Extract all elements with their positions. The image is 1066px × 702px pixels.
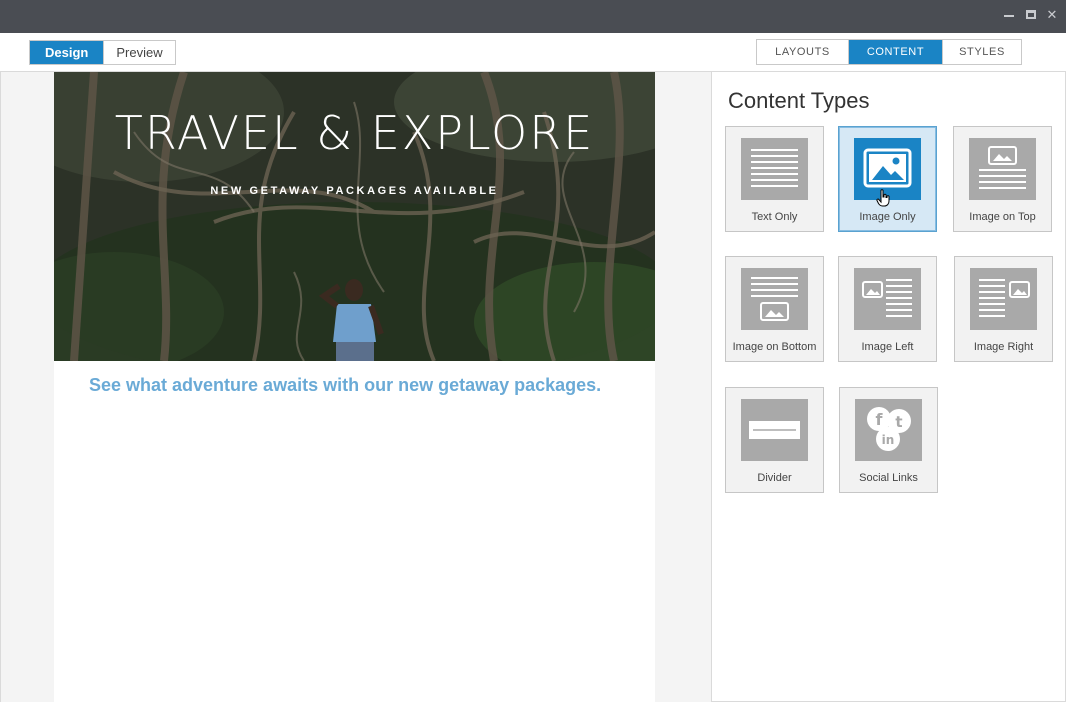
design-mode-button[interactable]: Design: [30, 41, 104, 64]
hero-title: TRAVEL & EXPLORE: [114, 106, 595, 160]
hero-image[interactable]: TRAVEL & EXPLORE NEW GETAWAY PACKAGES AV…: [54, 72, 655, 361]
content-type-label: Text Only: [751, 211, 798, 223]
content-type-divider[interactable]: Divider: [725, 387, 824, 493]
image-on-top-icon: [969, 138, 1036, 200]
tab-layouts[interactable]: LAYOUTS: [757, 40, 848, 64]
image-on-bottom-icon: [741, 268, 808, 330]
content-type-image-only[interactable]: Image Only: [838, 126, 937, 232]
content-type-label: Image Right: [973, 341, 1034, 353]
panel-title: Content Types: [728, 88, 870, 113]
email-canvas: TRAVEL & EXPLORE NEW GETAWAY PACKAGES AV…: [0, 72, 711, 702]
content-type-label: Image Only: [859, 211, 916, 223]
email-preview: TRAVEL & EXPLORE NEW GETAWAY PACKAGES AV…: [54, 72, 655, 702]
mode-toggle: Design Preview: [29, 40, 176, 65]
hand-cursor-icon: [876, 189, 890, 207]
panel-tabs: LAYOUTS CONTENT STYLES: [756, 39, 1022, 65]
svg-text:t: t: [895, 413, 902, 431]
image-left-icon: [854, 268, 921, 330]
content-type-text-only[interactable]: Text Only: [725, 126, 824, 232]
content-type-image-on-top[interactable]: Image on Top: [953, 126, 1052, 232]
close-icon[interactable]: ✕: [1044, 7, 1060, 23]
content-type-label: Image on Top: [969, 211, 1036, 223]
minimize-icon[interactable]: [1001, 7, 1017, 23]
maximize-icon[interactable]: [1023, 7, 1039, 23]
content-type-image-on-bottom[interactable]: Image on Bottom: [725, 256, 824, 362]
divider-icon: [741, 399, 808, 461]
content-type-label: Image Left: [861, 341, 914, 353]
content-type-label: Divider: [757, 472, 792, 484]
content-type-image-right[interactable]: Image Right: [954, 256, 1053, 362]
email-tagline[interactable]: See what adventure awaits with our new g…: [89, 375, 629, 396]
tab-content[interactable]: CONTENT: [848, 40, 942, 64]
preview-mode-button[interactable]: Preview: [103, 41, 175, 64]
editor-toolbar: Design Preview LAYOUTS CONTENT STYLES: [0, 33, 1066, 72]
content-type-social-links[interactable]: f t in Social Links: [839, 387, 938, 493]
content-type-image-left[interactable]: Image Left: [838, 256, 937, 362]
image-right-icon: [970, 268, 1037, 330]
content-types-panel: Content Types Text Only Image Only Image…: [711, 72, 1066, 702]
text-only-icon: [741, 138, 808, 200]
social-links-icon: f t in: [855, 399, 922, 461]
content-type-label: Social Links: [859, 472, 918, 484]
svg-text:in: in: [882, 433, 895, 447]
content-type-label: Image on Bottom: [732, 341, 817, 353]
svg-text:f: f: [876, 410, 884, 429]
hero-subtitle: NEW GETAWAY PACKAGES AVAILABLE: [210, 185, 499, 197]
tab-styles[interactable]: STYLES: [942, 40, 1021, 64]
window-titlebar: ✕: [0, 0, 1066, 33]
